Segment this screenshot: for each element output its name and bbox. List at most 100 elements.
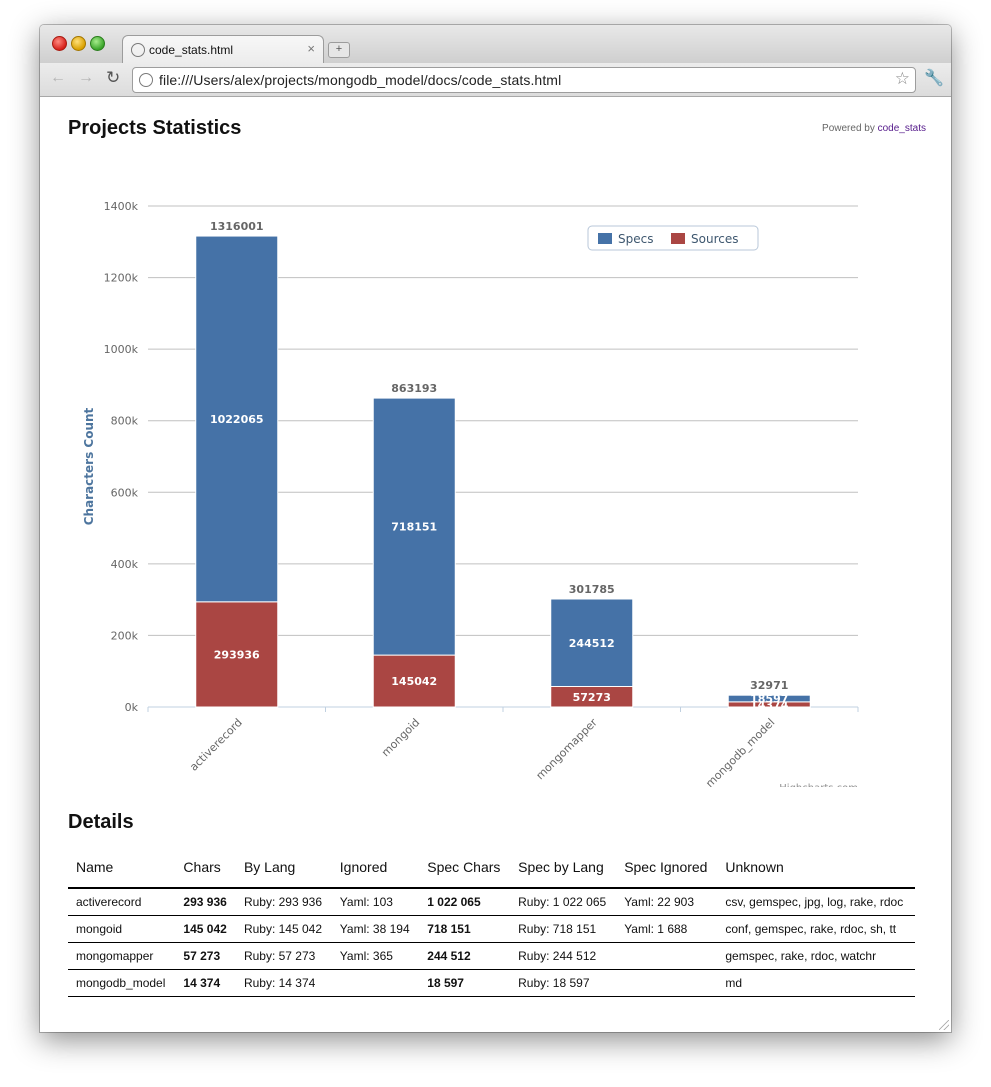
- y-tick-label: 1000k: [104, 343, 139, 356]
- legend-item: Specs: [618, 232, 653, 246]
- legend-item: Sources: [691, 232, 738, 246]
- table-cell: 718 151: [419, 915, 511, 943]
- globe-icon: [131, 43, 145, 57]
- page-title: Projects Statistics: [68, 117, 242, 139]
- legend-swatch: [671, 233, 685, 244]
- y-tick-label: 1200k: [104, 272, 139, 285]
- reload-button[interactable]: ↻: [106, 68, 120, 88]
- table-cell: Ruby: 1 022 065: [510, 888, 617, 916]
- highcharts-credits: Highcharts.com: [779, 783, 858, 787]
- resize-grip-icon[interactable]: [939, 1020, 949, 1030]
- y-tick-label: 1400k: [104, 200, 139, 213]
- table-cell: Ruby: 293 936: [235, 888, 332, 916]
- close-window-button[interactable]: [52, 36, 67, 51]
- column-header: Chars: [175, 857, 236, 889]
- table-cell: csv, gemspec, jpg, log, rake, rdoc: [717, 888, 915, 916]
- table-row: mongoid 145 042 Ruby: 145 042 Yaml: 38 194 7…: [68, 915, 915, 943]
- table-cell: [616, 969, 718, 997]
- table-cell: 18 597: [419, 969, 511, 997]
- new-tab-button[interactable]: +: [328, 42, 350, 58]
- table-cell: Yaml: 1 688: [616, 915, 718, 943]
- minimize-window-button[interactable]: [71, 36, 86, 51]
- y-tick-label: 400k: [111, 558, 139, 571]
- legend-swatch: [598, 233, 612, 244]
- column-header: Unknown: [717, 857, 915, 889]
- column-header: Spec Chars: [419, 857, 511, 889]
- page-content: Projects Statistics Powered by code_stat…: [40, 97, 951, 1032]
- data-label: 293936: [214, 648, 260, 661]
- table-cell: conf, gemspec, rake, rdoc, sh, tt: [717, 915, 915, 943]
- back-button[interactable]: ←: [50, 69, 66, 87]
- table-cell: Yaml: 38 194: [331, 915, 420, 943]
- stacked-bar-chart: 0k 200k 400k 600k 800k 1000k 1200k 1400k Charact…: [82, 200, 859, 787]
- powered-prefix: Powered by: [822, 123, 878, 134]
- table-cell: Ruby: 244 512: [510, 942, 617, 970]
- zoom-window-button[interactable]: [90, 36, 105, 51]
- globe-icon: [139, 73, 153, 87]
- tab-close-icon[interactable]: ×: [307, 41, 315, 56]
- bookmark-star-icon[interactable]: ☆: [895, 69, 910, 89]
- y-tick-label: 0k: [125, 701, 139, 714]
- data-label: 145042: [391, 675, 437, 688]
- y-tick-label: 200k: [111, 629, 139, 642]
- table-cell: gemspec, rake, rdoc, watchr: [717, 942, 915, 970]
- y-tick-label: 600k: [111, 486, 139, 499]
- table-cell: Yaml: 103: [331, 888, 420, 916]
- table-row: activerecord 293 936 Ruby: 293 936 Yaml: 10…: [68, 888, 915, 916]
- title-bar: code_stats.html × +: [40, 25, 951, 64]
- table-cell: Ruby: 18 597: [510, 969, 617, 997]
- url-text[interactable]: file:///Users/alex/projects/mongodb_mode…: [159, 72, 561, 88]
- table-cell: 145 042: [175, 915, 236, 943]
- table-cell: 244 512: [419, 942, 511, 970]
- x-category-label: mongodb_model: [703, 716, 777, 787]
- powered-by: Powered by code_stats: [822, 123, 926, 134]
- table-body: activerecord 293 936 Ruby: 293 936 Yaml: 10…: [68, 888, 915, 997]
- data-label: 18597: [750, 693, 788, 706]
- table-cell: 293 936: [175, 888, 236, 916]
- table-row: mongomapper 57 273 Ruby: 57 273 Yaml: 365 24…: [68, 942, 915, 970]
- browser-window: code_stats.html × + ← → ↻ file:///Users/…: [40, 25, 951, 1032]
- table-cell: 57 273: [175, 942, 236, 970]
- forward-button[interactable]: →: [78, 69, 94, 87]
- data-label: 244512: [569, 637, 615, 650]
- code-stats-link[interactable]: code_stats: [878, 123, 926, 134]
- tab-title: code_stats.html: [149, 43, 234, 57]
- table-cell: Ruby: 14 374: [235, 969, 332, 997]
- details-title: Details: [68, 811, 134, 833]
- y-tick-label: 800k: [111, 415, 139, 428]
- x-category-label: mongoid: [379, 716, 422, 759]
- table-cell: mongomapper: [68, 942, 176, 970]
- data-label: 1022065: [210, 413, 264, 426]
- table-cell: Yaml: 22 903: [616, 888, 718, 916]
- x-category-label: mongomapper: [534, 716, 601, 783]
- address-bar[interactable]: file:///Users/alex/projects/mongodb_mode…: [132, 67, 916, 93]
- data-label: 718151: [391, 521, 437, 534]
- table-cell: [331, 969, 420, 997]
- column-header: By Lang: [235, 857, 332, 889]
- x-category-label: activerecord: [187, 716, 245, 774]
- total-label: 863193: [391, 382, 437, 395]
- wrench-menu-icon[interactable]: 🔧: [924, 68, 944, 88]
- table-cell: mongoid: [68, 915, 176, 943]
- table-cell: Ruby: 145 042: [235, 915, 332, 943]
- column-header: Spec Ignored: [616, 857, 718, 889]
- total-label: 32971: [750, 679, 788, 692]
- browser-tab[interactable]: code_stats.html ×: [122, 35, 324, 64]
- table-cell: 14 374: [175, 969, 236, 997]
- column-header: Ignored: [331, 857, 420, 889]
- table-cell: [616, 942, 718, 970]
- table-cell: Ruby: 718 151: [510, 915, 617, 943]
- data-label: 57273: [573, 691, 611, 704]
- table-cell: activerecord: [68, 888, 176, 916]
- details-table: Name Chars By Lang Ignored Spec Chars Spec by…: [68, 857, 915, 997]
- column-header: Name: [68, 857, 176, 889]
- browser-toolbar: ← → ↻ file:///Users/alex/projects/mongod…: [40, 63, 951, 97]
- table-cell: mongodb_model: [68, 969, 176, 997]
- y-axis-title: Characters Count: [82, 407, 96, 525]
- table-cell: Ruby: 57 273: [235, 942, 332, 970]
- table-cell: 1 022 065: [419, 888, 511, 916]
- column-header: Spec by Lang: [510, 857, 617, 889]
- table-header-row: Name Chars By Lang Ignored Spec Chars Spec by…: [68, 857, 915, 889]
- table-cell: Yaml: 365: [331, 942, 420, 970]
- table-cell: md: [717, 969, 915, 997]
